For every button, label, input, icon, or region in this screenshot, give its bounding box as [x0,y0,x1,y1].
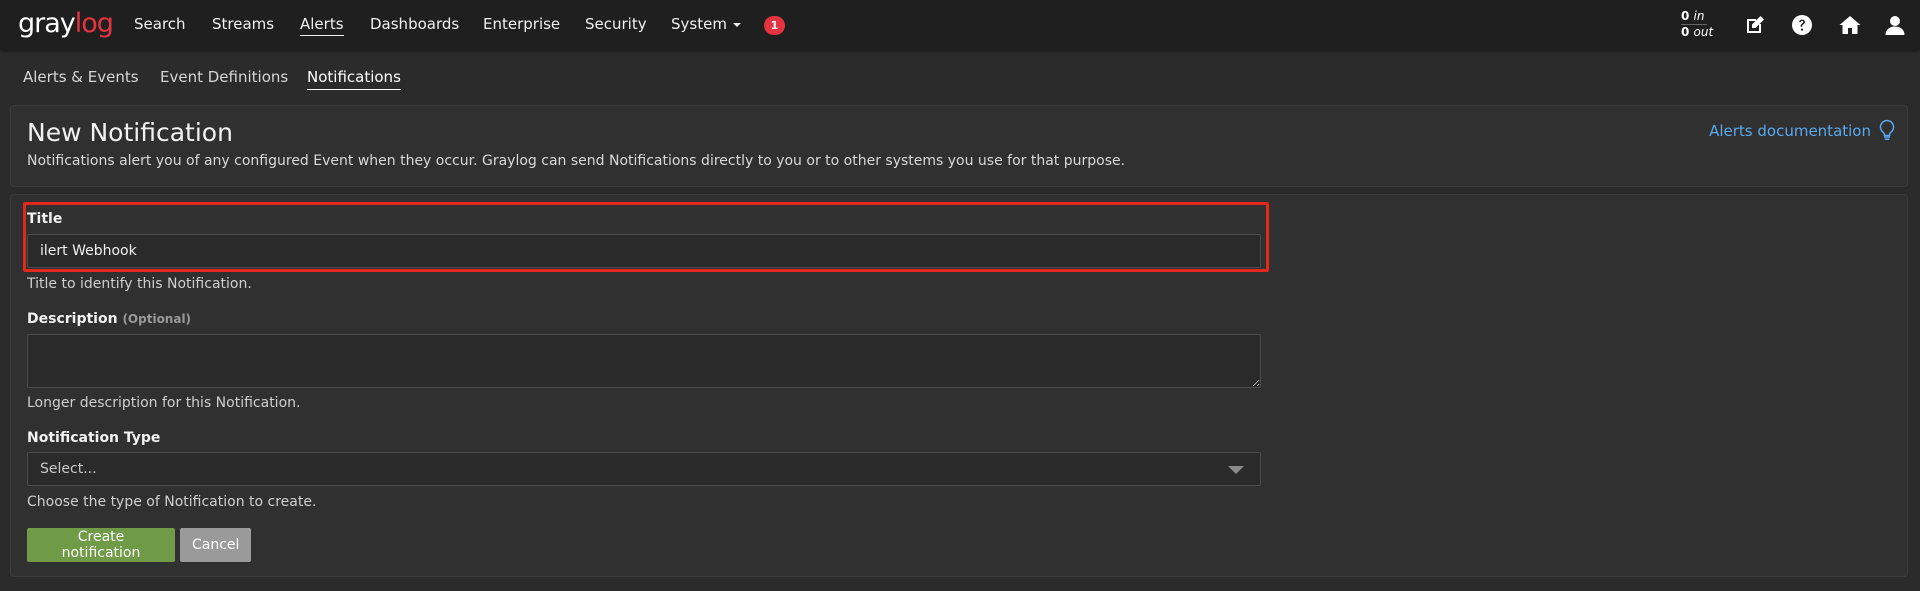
throughput-in-value: 0 [1681,9,1690,23]
throughput-out-label: out [1693,25,1714,39]
throughput-out-value: 0 [1681,25,1690,39]
notification-form: Title Title to identify this Notificatio… [10,194,1908,577]
alerts-subnav: Alerts & Events Event Definitions Notifi… [0,50,1920,100]
notification-type-placeholder: Select... [40,461,97,477]
subnav-notifications[interactable]: Notifications [307,68,401,90]
page-header-panel: New Notification Notifications alert you… [10,105,1908,187]
cancel-button[interactable]: Cancel [180,528,251,562]
nav-item-system[interactable]: System [671,15,741,33]
alerts-documentation-link[interactable]: Alerts documentation [1709,122,1871,140]
description-label-text: Description [27,311,118,327]
create-notification-button[interactable]: Create notification [27,528,175,562]
subnav-event-definitions[interactable]: Event Definitions [160,68,288,86]
nav-item-system-label: System [671,15,727,33]
top-navbar: graylog Search Streams Alerts Dashboards… [0,0,1920,50]
graylog-logo[interactable]: graylog [18,8,114,39]
help-icon[interactable] [1790,13,1814,37]
nav-item-alerts[interactable]: Alerts [300,15,344,36]
notification-type-help-text: Choose the type of Notification to creat… [27,494,317,510]
nav-item-security[interactable]: Security [585,15,647,33]
title-label: Title [27,211,63,227]
nav-item-search[interactable]: Search [134,15,186,33]
notification-type-select[interactable]: Select... [27,452,1261,486]
description-help-text: Longer description for this Notification… [27,395,301,411]
logo-text-accent: log [74,8,114,39]
user-icon[interactable] [1883,13,1907,37]
nav-item-dashboards[interactable]: Dashboards [370,15,459,33]
page-title: New Notification [27,118,233,147]
throughput-in-label: in [1693,9,1705,23]
dropdown-arrow-icon [1228,466,1244,474]
nav-item-enterprise[interactable]: Enterprise [483,15,560,33]
throughput-indicator[interactable]: 0 in 0 out [1681,9,1713,40]
logo-text-main: gray [18,8,76,39]
nav-item-streams[interactable]: Streams [212,15,274,33]
optional-tag: (Optional) [122,312,192,326]
description-label: Description (Optional) [27,311,191,327]
page-description: Notifications alert you of any configure… [27,153,1126,169]
title-input[interactable] [27,234,1261,268]
title-help-text: Title to identify this Notification. [27,276,252,292]
edit-icon[interactable] [1743,13,1767,37]
subnav-alerts-events[interactable]: Alerts & Events [23,68,139,86]
chevron-down-icon [732,22,741,27]
notification-count-badge[interactable]: 1 [764,16,785,35]
notification-type-label: Notification Type [27,430,161,446]
home-icon[interactable] [1838,13,1862,37]
description-textarea[interactable] [27,334,1261,388]
lightbulb-icon [1879,119,1895,141]
